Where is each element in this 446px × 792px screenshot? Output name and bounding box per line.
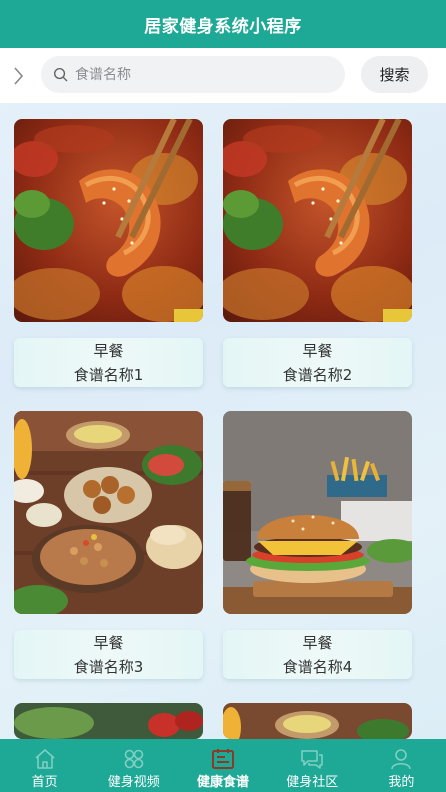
recipe-card[interactable] bbox=[223, 703, 412, 739]
recipe-card[interactable]: 早餐 食谱名称2 bbox=[223, 119, 412, 387]
nav-item-home[interactable]: 首页 bbox=[0, 739, 89, 792]
recipe-image[interactable] bbox=[223, 703, 412, 739]
mezze-platter-photo bbox=[223, 703, 412, 739]
recipe-image[interactable] bbox=[223, 411, 412, 614]
nav-item-videos[interactable]: 健身视频 bbox=[89, 739, 178, 792]
recipe-card[interactable]: 早餐 食谱名称1 bbox=[14, 119, 203, 387]
recipe-info[interactable]: 早餐 食谱名称1 bbox=[14, 338, 203, 387]
page-title: 居家健身系统小程序 bbox=[144, 16, 302, 37]
nav-item-community[interactable]: 健身社区 bbox=[268, 739, 357, 792]
nav-item-recipes[interactable]: 健康食谱 bbox=[178, 739, 267, 792]
recipe-name: 食谱名称2 bbox=[282, 365, 353, 384]
nav-label: 健康食谱 bbox=[197, 775, 250, 790]
salad-photo bbox=[14, 703, 203, 739]
recipe-category: 早餐 bbox=[302, 341, 333, 360]
recipe-category: 早餐 bbox=[93, 341, 124, 360]
recipe-image[interactable] bbox=[14, 411, 203, 614]
app-title-bar: 居家健身系统小程序 bbox=[0, 0, 446, 48]
search-bar: 搜索 bbox=[0, 48, 446, 103]
recipe-info[interactable]: 早餐 食谱名称2 bbox=[223, 338, 412, 387]
nav-item-profile[interactable]: 我的 bbox=[357, 739, 446, 792]
recipe-name: 食谱名称1 bbox=[73, 365, 144, 384]
spicy-shrimp-photo bbox=[14, 119, 203, 322]
recipe-category: 早餐 bbox=[302, 633, 333, 652]
spicy-shrimp-photo bbox=[223, 119, 412, 322]
recipe-card[interactable]: 早餐 食谱名称4 bbox=[223, 411, 412, 679]
recipe-image[interactable] bbox=[223, 119, 412, 322]
chat-icon bbox=[301, 750, 324, 769]
user-icon bbox=[391, 749, 412, 770]
recipe-card[interactable] bbox=[14, 703, 203, 739]
nav-label: 健身社区 bbox=[286, 775, 339, 790]
mezze-platter-photo bbox=[14, 411, 203, 614]
burger-fries-photo bbox=[223, 411, 412, 614]
recipe-info[interactable]: 早餐 食谱名称3 bbox=[14, 630, 203, 679]
search-field[interactable] bbox=[41, 56, 345, 93]
recipe-name: 食谱名称4 bbox=[282, 657, 353, 676]
search-icon bbox=[53, 67, 68, 82]
bottom-nav: 首页 健身视频 健康食谱 健身社区 我的 bbox=[0, 739, 446, 792]
grid-flower-icon bbox=[124, 749, 144, 769]
search-button[interactable]: 搜索 bbox=[361, 56, 428, 93]
nav-label: 首页 bbox=[31, 775, 58, 790]
search-input[interactable] bbox=[75, 66, 325, 83]
recipe-image[interactable] bbox=[14, 119, 203, 322]
chevron-right-icon[interactable] bbox=[12, 65, 26, 87]
home-icon bbox=[35, 749, 55, 769]
recipe-board-icon bbox=[212, 749, 234, 769]
recipe-name: 食谱名称3 bbox=[73, 657, 144, 676]
recipe-card[interactable]: 早餐 食谱名称3 bbox=[14, 411, 203, 679]
nav-label: 健身视频 bbox=[107, 775, 160, 790]
recipe-category: 早餐 bbox=[93, 633, 124, 652]
nav-label: 我的 bbox=[388, 775, 415, 790]
recipe-info[interactable]: 早餐 食谱名称4 bbox=[223, 630, 412, 679]
recipe-image[interactable] bbox=[14, 703, 203, 739]
